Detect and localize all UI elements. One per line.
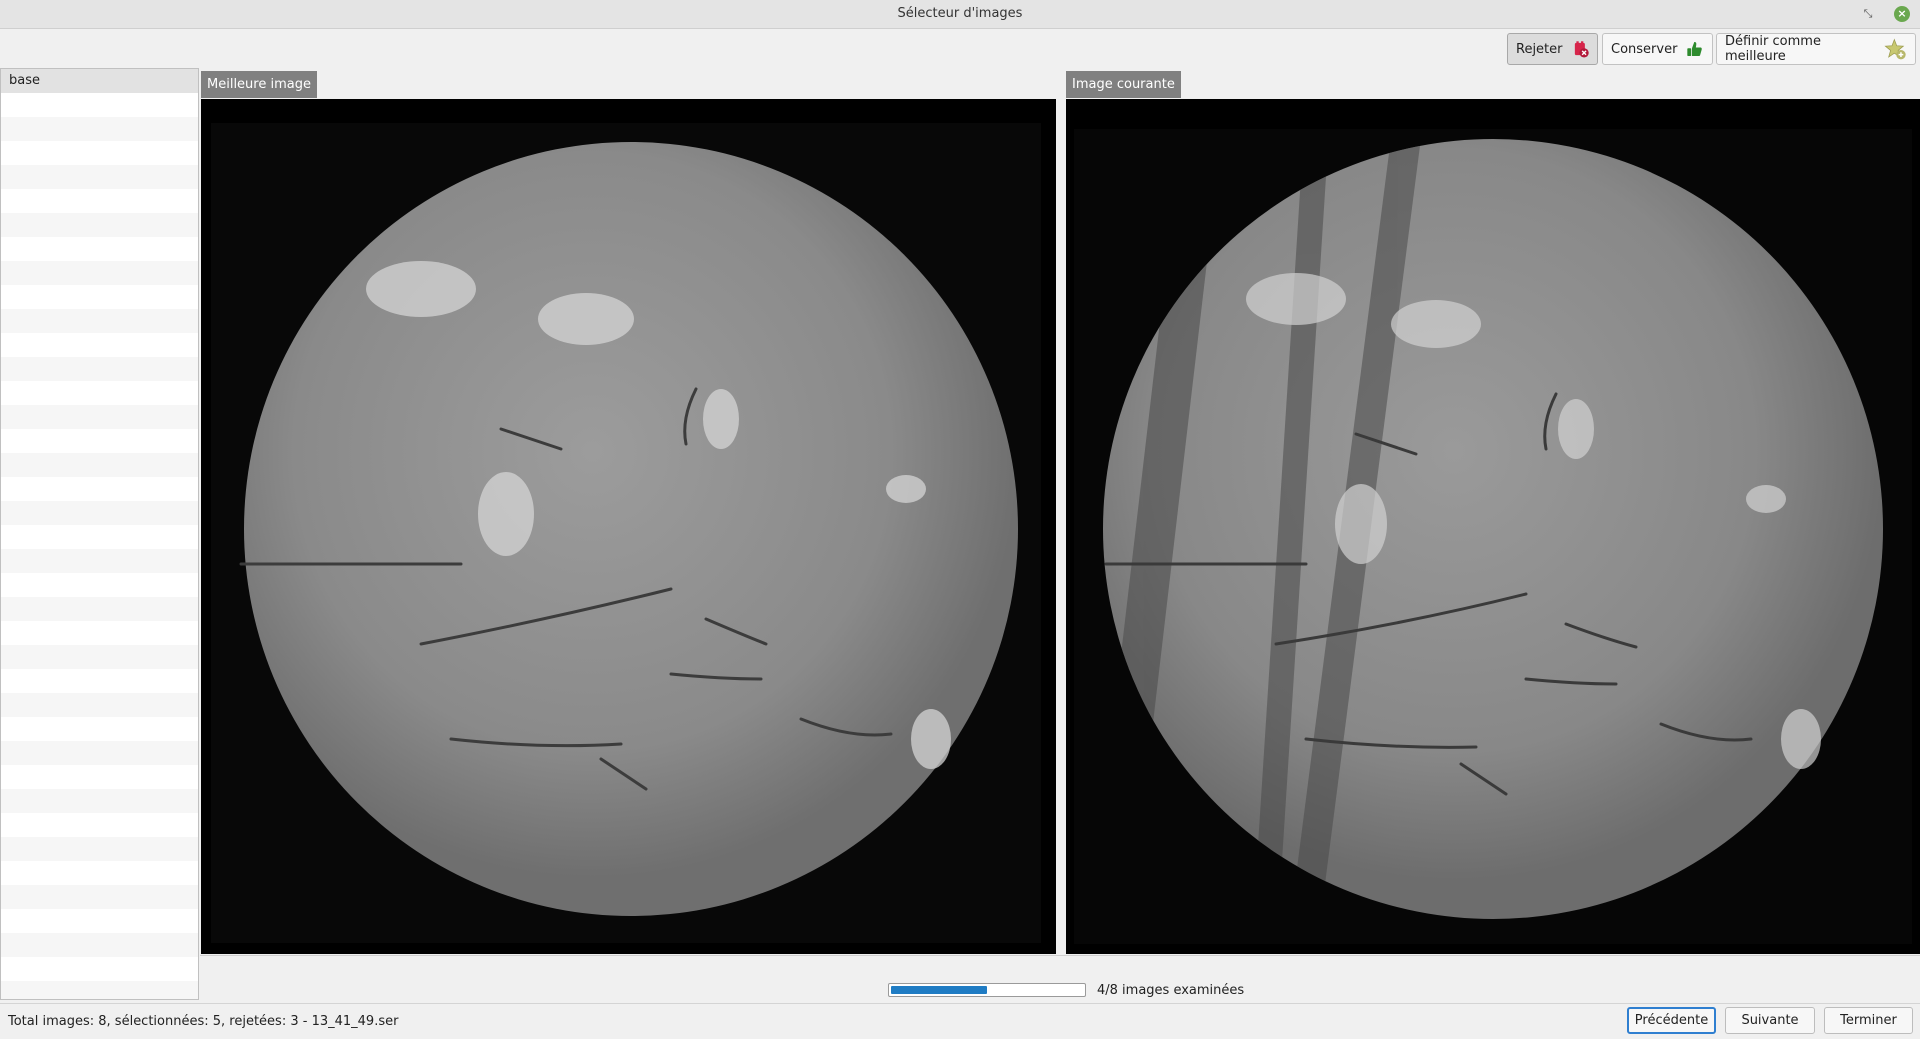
status-text: Total images: 8, sélectionnées: 5, rejet… xyxy=(8,1014,399,1029)
close-icon[interactable]: × xyxy=(1894,6,1910,22)
keep-label: Conserver xyxy=(1611,41,1678,57)
keep-button[interactable]: Conserver xyxy=(1602,33,1713,65)
current-sun-image xyxy=(1066,99,1920,954)
thumbs-up-icon xyxy=(1687,42,1703,56)
current-image-tab: Image courante xyxy=(1066,71,1181,98)
progress-label: 4/8 images examinées xyxy=(1097,983,1245,998)
reject-button[interactable]: Rejeter xyxy=(1507,33,1598,65)
list-rows xyxy=(1,93,198,999)
file-list[interactable]: base xyxy=(0,68,199,1000)
previous-button[interactable]: Précédente xyxy=(1627,1007,1716,1034)
set-best-label: Définir comme meilleure xyxy=(1725,34,1821,64)
current-image-panel: Image courante xyxy=(1066,71,1920,955)
window-titlebar: Sélecteur d'images ⤡ × xyxy=(0,0,1920,29)
image-footer xyxy=(200,955,1920,982)
cross-badge-icon xyxy=(1574,41,1589,58)
next-button[interactable]: Suivante xyxy=(1725,1007,1815,1034)
progress-fill xyxy=(891,986,987,994)
window-title: Sélecteur d'images xyxy=(897,6,1023,21)
best-sun-image xyxy=(201,99,1056,954)
best-image-panel: Meilleure image xyxy=(201,71,1056,955)
finish-button[interactable]: Terminer xyxy=(1824,1007,1913,1034)
toolbar: Rejeter Conserver Définir comme meilleur… xyxy=(0,29,1920,69)
list-header: base xyxy=(1,69,198,94)
star-plus-icon xyxy=(1884,38,1907,60)
progress-bar xyxy=(888,983,1086,997)
best-image-tab: Meilleure image xyxy=(201,71,317,98)
set-best-button[interactable]: Définir comme meilleure xyxy=(1716,33,1916,65)
restore-icon[interactable]: ⤡ xyxy=(1860,7,1876,23)
reject-label: Rejeter xyxy=(1516,41,1563,57)
